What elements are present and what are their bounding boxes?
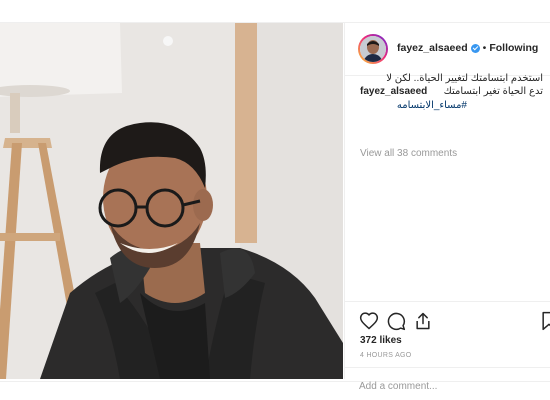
verified-badge-icon bbox=[470, 43, 480, 53]
comment-icon[interactable] bbox=[386, 311, 406, 331]
add-comment-input[interactable] bbox=[359, 379, 529, 393]
avatar[interactable] bbox=[358, 34, 388, 64]
hashtag-link[interactable]: #مساء_الابتسامه bbox=[360, 99, 467, 113]
post-card: fayez_alsaeed • Following استخدم ابتسامت… bbox=[0, 22, 550, 393]
bookmark-icon[interactable] bbox=[539, 311, 550, 331]
caption-text-1: استخدم ابتسامتك لتغيير الحياة.. لكن لا bbox=[386, 72, 543, 84]
likes-count[interactable]: 372 likes bbox=[360, 335, 402, 346]
post-caption: استخدم ابتسامتك لتغيير الحياة.. لكن لا f… bbox=[360, 73, 543, 113]
following-button[interactable]: Following bbox=[489, 42, 538, 54]
separator-dot: • bbox=[482, 42, 487, 54]
caption-username-link[interactable]: fayez_alsaeed bbox=[360, 85, 430, 99]
portrait-image bbox=[0, 23, 343, 379]
header-text: fayez_alsaeed • Following bbox=[397, 42, 538, 54]
share-icon[interactable] bbox=[413, 311, 433, 331]
post-photo[interactable] bbox=[0, 23, 343, 379]
view-all-comments-link[interactable]: View all 38 comments bbox=[360, 148, 457, 159]
post-actions: 372 likes 4 HOURS AGO bbox=[345, 301, 550, 393]
heart-icon[interactable] bbox=[359, 311, 379, 331]
post-timestamp: 4 HOURS AGO bbox=[360, 352, 412, 359]
username-link[interactable]: fayez_alsaeed bbox=[397, 42, 468, 54]
post-header: fayez_alsaeed • Following bbox=[345, 23, 550, 76]
post-side-panel: fayez_alsaeed • Following استخدم ابتسامت… bbox=[344, 23, 550, 393]
comment-box bbox=[345, 367, 550, 393]
caption-line-1: استخدم ابتسامتك لتغيير الحياة.. لكن لا bbox=[360, 72, 543, 86]
